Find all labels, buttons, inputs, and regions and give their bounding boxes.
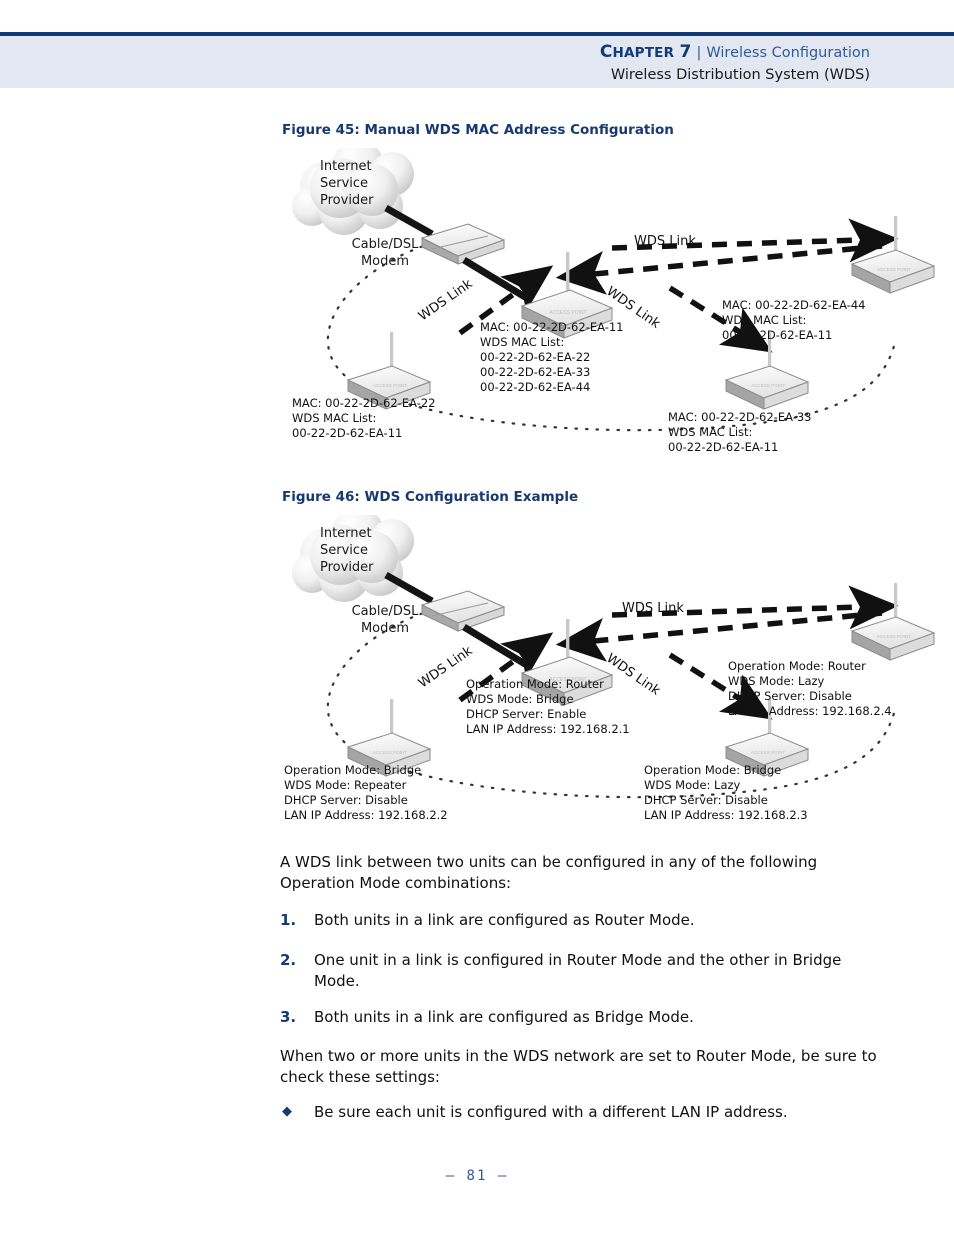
modem-to-router-line-2 [462, 624, 532, 670]
node-bottom-right-operation-mode: Operation Mode: Bridge [644, 763, 782, 777]
node-center-operation-mode: Operation Mode: Router [466, 677, 604, 691]
node-top-right-operation-mode: Operation Mode: Router [728, 659, 866, 673]
node-left-dhcp: DHCP Server: Disable [284, 792, 408, 807]
router-bottom-right-icon: ACCESS POINT [724, 332, 810, 410]
isp-label-line3: Provider [320, 193, 374, 209]
header-section-title: Wireless Configuration [706, 45, 870, 61]
node-top-right-list-title: WDS MAC List: [722, 312, 807, 327]
node-top-right-wds-mode: WDS Mode: Lazy [728, 673, 825, 688]
svg-text:ACCESS POINT: ACCESS POINT [877, 634, 911, 639]
wds-link-label-top: WDS Link [634, 234, 696, 249]
node-left-operation-mode: Operation Mode: Bridge [284, 763, 422, 777]
node-left-mac: MAC: 00-22-2D-62-EA-22 [292, 396, 436, 410]
list-item-3-number: 3. [280, 1008, 297, 1026]
node-bottom-right-dhcp: DHCP Server: Disable [644, 792, 768, 807]
node-center-lan-ip: LAN IP Address: 192.168.2.1 [466, 721, 630, 736]
node-left-config: Operation Mode: Bridge WDS Mode: Repeate… [284, 763, 448, 823]
node-top-right-info: MAC: 00-22-2D-62-EA-44 WDS MAC List: 00-… [722, 298, 865, 343]
figure-45-diagram: ACCESS POINT ACCESS POINT ACCESS POINT A… [282, 148, 942, 468]
list-item-3-text: Both units in a link are configured as B… [314, 1008, 694, 1026]
modem-label-line1: Cable/DSL [351, 237, 419, 252]
node-top-right-lan-ip: LAN IP Address: 192.168.2.4 [728, 703, 892, 718]
modem-label-2-line2: Modem [360, 621, 410, 637]
modem-label-2: Cable/DSL Modem [330, 603, 440, 637]
node-center-mac: MAC: 00-22-2D-62-EA-11 [480, 320, 624, 334]
isp-label-2-line3: Provider [320, 560, 374, 576]
node-bottom-right-mac: MAC: 00-22-2D-62-EA-33 [668, 410, 812, 424]
list-item-1-number: 1. [280, 911, 297, 929]
node-bottom-right-config: Operation Mode: Bridge WDS Mode: Lazy DH… [644, 763, 808, 823]
svg-text:ACCESS POINT: ACCESS POINT [373, 750, 407, 755]
header-chapter-label: CHAPTER 7 [599, 42, 692, 62]
wds-link-label-top-2: WDS Link [622, 601, 684, 616]
note-paragraph: When two or more units in the WDS networ… [280, 1047, 877, 1087]
header-chapter-number: 7 [679, 42, 692, 62]
list-item-3: 3. Both units in a link are configured a… [280, 1007, 890, 1028]
isp-cloud-label: Internet Service Provider [320, 158, 374, 209]
svg-text:ACCESS POINT: ACCESS POINT [373, 383, 407, 388]
isp-cloud-label-2: Internet Service Provider [320, 525, 374, 576]
svg-text:ACCESS POINT: ACCESS POINT [751, 750, 785, 755]
node-left-info: MAC: 00-22-2D-62-EA-22 WDS MAC List: 00-… [292, 396, 435, 441]
wds-link-top-dashed-left [555, 243, 883, 295]
node-bottom-right-list-0: 00-22-2D-62-EA-11 [668, 439, 779, 454]
node-center-config: Operation Mode: Router WDS Mode: Bridge … [466, 677, 630, 737]
node-top-right-mac: MAC: 00-22-2D-62-EA-44 [722, 298, 866, 312]
modem-to-router-line [462, 257, 532, 303]
bullet-item-1: ◆ Be sure each unit is configured with a… [280, 1102, 890, 1123]
document-page: CHAPTER 7 | Wireless Configuration Wireles… [0, 0, 954, 1235]
node-center-dhcp: DHCP Server: Enable [466, 706, 587, 721]
bullet-item-1-text: Be sure each unit is configured with a d… [314, 1103, 788, 1121]
node-center-list-0: 00-22-2D-62-EA-22 [480, 349, 591, 364]
page-number: – 81 – [445, 1168, 509, 1184]
svg-text:ACCESS POINT: ACCESS POINT [751, 383, 785, 388]
isp-label-line2: Service [320, 176, 369, 192]
node-bottom-right-list-title: WDS MAC List: [668, 424, 753, 439]
isp-label-2-line1: Internet [320, 526, 372, 541]
router-top-right-icon: ACCESS POINT [850, 216, 936, 294]
node-center-wds-mode: WDS Mode: Bridge [466, 691, 574, 706]
node-bottom-right-lan-ip: LAN IP Address: 192.168.2.3 [644, 807, 808, 822]
node-left-lan-ip: LAN IP Address: 192.168.2.2 [284, 807, 448, 822]
list-item-2-number: 2. [280, 951, 297, 969]
node-center-list-2: 00-22-2D-62-EA-44 [480, 379, 591, 394]
figure-45-caption: Figure 45: Manual WDS MAC Address Config… [282, 122, 674, 138]
node-top-right-config: Operation Mode: Router WDS Mode: Lazy DH… [728, 659, 892, 719]
node-top-right-dhcp: DHCP Server: Disable [728, 688, 852, 703]
diamond-bullet-icon: ◆ [282, 1104, 292, 1119]
running-header: CHAPTER 7 | Wireless Configuration Wireles… [600, 40, 870, 86]
list-item-2-text: One unit in a link is configured in Rout… [314, 951, 842, 991]
modem-label-2-line1: Cable/DSL [351, 604, 419, 619]
svg-text:ACCESS POINT: ACCESS POINT [877, 267, 911, 272]
isp-label-line1: Internet [320, 159, 372, 174]
node-bottom-right-info: MAC: 00-22-2D-62-EA-33 WDS MAC List: 00-… [668, 410, 811, 455]
node-center-list-1: 00-22-2D-62-EA-33 [480, 364, 591, 379]
isp-label-2-line2: Service [320, 543, 369, 559]
wds-link-top-dashed-left-2 [555, 610, 883, 662]
list-item-1-text: Both units in a link are configured as R… [314, 911, 695, 929]
node-top-right-list-0: 00-22-2D-62-EA-11 [722, 327, 833, 342]
node-left-list-title: WDS MAC List: [292, 410, 377, 425]
list-item-2: 2. One unit in a link is configured in R… [280, 950, 890, 993]
header-subsection-title: Wireless Distribution System (WDS) [610, 66, 870, 83]
node-center-list-title: WDS MAC List: [480, 334, 565, 349]
node-bottom-right-wds-mode: WDS Mode: Lazy [644, 777, 741, 792]
svg-text:ACCESS POINT: ACCESS POINT [549, 310, 586, 316]
intro-paragraph: A WDS link between two units can be conf… [280, 853, 818, 893]
header-separator: | [696, 45, 702, 61]
header-chapter-line: CHAPTER 7 | Wireless Configuration [600, 40, 870, 65]
modem-label: Cable/DSL Modem [330, 236, 440, 270]
list-item-1: 1. Both units in a link are configured a… [280, 910, 890, 931]
modem-label-line2: Modem [360, 254, 410, 270]
node-center-info: MAC: 00-22-2D-62-EA-11 WDS MAC List: 00-… [480, 320, 623, 395]
node-left-list-0: 00-22-2D-62-EA-11 [292, 425, 403, 440]
figure-46-caption: Figure 46: WDS Configuration Example [282, 489, 579, 505]
router-top-right-icon-2: ACCESS POINT [850, 583, 936, 661]
node-left-wds-mode: WDS Mode: Repeater [284, 777, 407, 792]
figure-46-diagram: ACCESS POINT ACCESS POINT ACCESS POINT A… [282, 515, 942, 835]
